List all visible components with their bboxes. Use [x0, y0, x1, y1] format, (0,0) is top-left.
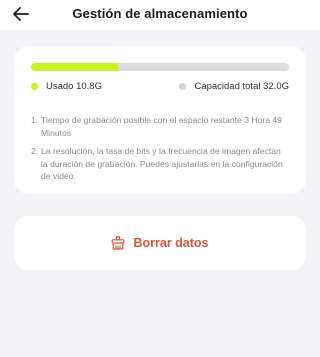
note-item: 2. La resolución, la tasa de bits y la f…: [31, 145, 287, 183]
clear-data-content: Borrar datos: [111, 236, 209, 250]
note-text: Tiempo de grabación posible con el espac…: [41, 115, 282, 138]
app-header: Gestión de almacenamiento: [0, 0, 320, 30]
used-label: Usado 10.8G: [46, 81, 102, 92]
storage-usage-fill: [31, 63, 119, 71]
note-number: 2.: [31, 146, 39, 156]
note-item: 1. Tiempo de grabación posible con el es…: [31, 114, 287, 139]
total-label: Capacidad total 32.0G: [194, 81, 289, 92]
notes-list: 1. Tiempo de grabación posible con el es…: [31, 114, 287, 189]
storage-usage-bar: [31, 63, 289, 71]
total-legend: Capacidad total 32.0G: [179, 81, 289, 92]
broom-icon: [111, 236, 125, 250]
used-legend: Usado 10.8G: [31, 81, 102, 92]
page-title: Gestión de almacenamiento: [72, 6, 248, 21]
note-number: 1.: [31, 115, 39, 125]
clear-data-label: Borrar datos: [133, 236, 209, 250]
total-dot-icon: [179, 83, 187, 90]
storage-card: Usado 10.8G Capacidad total 32.0G 1. Tie…: [14, 46, 306, 194]
used-dot-icon: [31, 83, 38, 90]
clear-data-button[interactable]: Borrar datos: [14, 216, 306, 270]
note-text: La resolución, la tasa de bits y la frec…: [41, 146, 283, 181]
